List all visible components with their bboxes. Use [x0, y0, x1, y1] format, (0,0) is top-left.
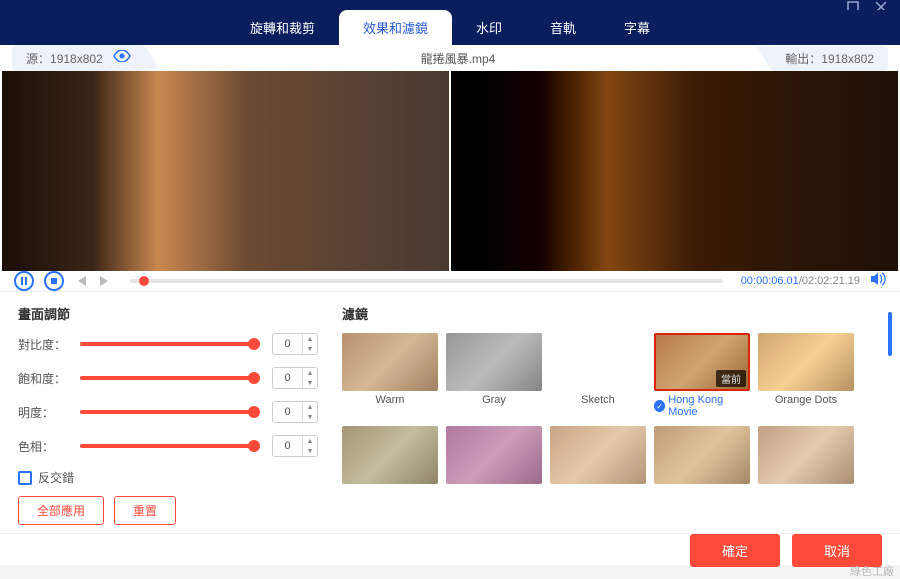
next-frame-button[interactable] — [98, 275, 112, 287]
preview-toggle-icon[interactable] — [113, 49, 131, 67]
filter-item-4[interactable]: Orange Dots — [758, 333, 854, 418]
filter-thumb — [342, 426, 438, 484]
spin-down-icon[interactable]: ▼ — [303, 378, 317, 388]
tab-2[interactable]: 水印 — [452, 10, 526, 45]
timeline-thumb[interactable] — [139, 276, 149, 286]
filter-thumb — [446, 333, 542, 391]
deinterlace-checkbox[interactable] — [18, 471, 32, 485]
filter-thumb — [758, 426, 854, 484]
adjust-row-1: 飽和度： 0▲▼ — [18, 367, 318, 389]
filter-thumb — [446, 426, 542, 484]
stop-button[interactable] — [44, 271, 64, 291]
tab-bar: 旋轉和裁剪效果和濾鏡水印音軌字幕 — [0, 10, 900, 45]
filters-title: 濾鏡 — [342, 304, 882, 323]
adjust-slider[interactable] — [80, 376, 254, 380]
adjust-panel: 畫面調節 對比度： 0▲▼ 飽和度： 0▲▼ 明度： 0▲▼ 色相： 0▲▼ 反交錯 全部應用… — [18, 304, 318, 525]
filter-thumb: 當前 — [654, 333, 750, 391]
pause-button[interactable] — [14, 271, 34, 291]
time-display: 00:00:06.01/02:02:21.19 — [741, 275, 860, 287]
tab-4[interactable]: 字幕 — [600, 10, 674, 45]
volume-icon[interactable] — [870, 272, 886, 291]
spin-down-icon[interactable]: ▼ — [303, 344, 317, 354]
check-icon: ✓ — [654, 400, 665, 412]
adjust-row-3: 色相： 0▲▼ — [18, 435, 318, 457]
spin-up-icon[interactable]: ▲ — [303, 402, 317, 412]
filter-label: Sketch — [581, 394, 615, 406]
tab-1[interactable]: 效果和濾鏡 — [339, 10, 452, 45]
adjust-value-input[interactable]: 0▲▼ — [272, 435, 318, 457]
adjust-slider[interactable] — [80, 410, 254, 414]
adjust-label: 明度： — [18, 404, 72, 421]
timeline-slider[interactable] — [130, 279, 723, 283]
spin-down-icon[interactable]: ▼ — [303, 446, 317, 456]
filter-item-0[interactable]: Warm — [342, 333, 438, 418]
filter-item-9[interactable] — [758, 426, 854, 487]
spin-up-icon[interactable]: ▲ — [303, 334, 317, 344]
adjust-row-0: 對比度： 0▲▼ — [18, 333, 318, 355]
filename-label: 龍捲風暴.mp4 — [145, 50, 772, 67]
footer: 確定 取消 — [0, 533, 900, 567]
adjust-label: 對比度： — [18, 336, 72, 353]
filter-label: Gray — [482, 394, 506, 406]
adjust-title: 畫面調節 — [18, 304, 318, 323]
filter-thumb — [654, 426, 750, 484]
deinterlace-label: 反交錯 — [38, 469, 74, 486]
spin-down-icon[interactable]: ▼ — [303, 412, 317, 422]
filter-item-2[interactable]: Sketch — [550, 333, 646, 418]
adjust-row-2: 明度： 0▲▼ — [18, 401, 318, 423]
filter-thumb — [342, 333, 438, 391]
ok-button[interactable]: 確定 — [690, 534, 780, 567]
adjust-label: 色相： — [18, 438, 72, 455]
apply-all-button[interactable]: 全部應用 — [18, 496, 104, 525]
watermark-text: 綠色工廠 — [850, 563, 894, 579]
tab-0[interactable]: 旋轉和裁剪 — [226, 10, 339, 45]
filters-panel: 濾鏡 Warm Gray Sketch 當前 ✓Hong Kong Movie Orang… — [342, 304, 882, 525]
reset-button[interactable]: 重置 — [114, 496, 176, 525]
filter-label: Orange Dots — [775, 394, 837, 406]
adjust-value-input[interactable]: 0▲▼ — [272, 333, 318, 355]
adjust-label: 飽和度： — [18, 370, 72, 387]
filter-thumb — [550, 333, 646, 391]
preview-row — [0, 71, 900, 271]
filter-scrollbar[interactable] — [888, 312, 892, 356]
filter-item-3[interactable]: 當前 ✓Hong Kong Movie — [654, 333, 750, 418]
info-bar: 源：1918x802 龍捲風暴.mp4 輸出：1918x802 — [0, 45, 900, 71]
adjust-value-input[interactable]: 0▲▼ — [272, 401, 318, 423]
tab-3[interactable]: 音軌 — [526, 10, 600, 45]
filter-item-6[interactable] — [446, 426, 542, 487]
slider-thumb[interactable] — [248, 372, 260, 384]
filter-item-8[interactable] — [654, 426, 750, 487]
prev-frame-button[interactable] — [74, 275, 88, 287]
filter-item-1[interactable]: Gray — [446, 333, 542, 418]
current-badge: 當前 — [716, 370, 746, 387]
filter-label: Warm — [376, 394, 405, 406]
filter-label: ✓Hong Kong Movie — [654, 394, 750, 418]
adjust-value-input[interactable]: 0▲▼ — [272, 367, 318, 389]
adjust-slider[interactable] — [80, 444, 254, 448]
playback-controls: 00:00:06.01/02:02:21.19 — [0, 271, 900, 292]
preview-filtered — [451, 71, 898, 271]
filter-item-5[interactable] — [342, 426, 438, 487]
slider-thumb[interactable] — [248, 406, 260, 418]
preview-original — [2, 71, 449, 271]
adjust-slider[interactable] — [80, 342, 254, 346]
filter-item-7[interactable] — [550, 426, 646, 487]
output-resolution: 輸出：1918x802 — [771, 46, 888, 71]
spin-up-icon[interactable]: ▲ — [303, 368, 317, 378]
source-resolution: 源：1918x802 — [12, 45, 145, 71]
slider-thumb[interactable] — [248, 338, 260, 350]
slider-thumb[interactable] — [248, 440, 260, 452]
filter-thumb — [550, 426, 646, 484]
spin-up-icon[interactable]: ▲ — [303, 436, 317, 446]
filter-thumb — [758, 333, 854, 391]
